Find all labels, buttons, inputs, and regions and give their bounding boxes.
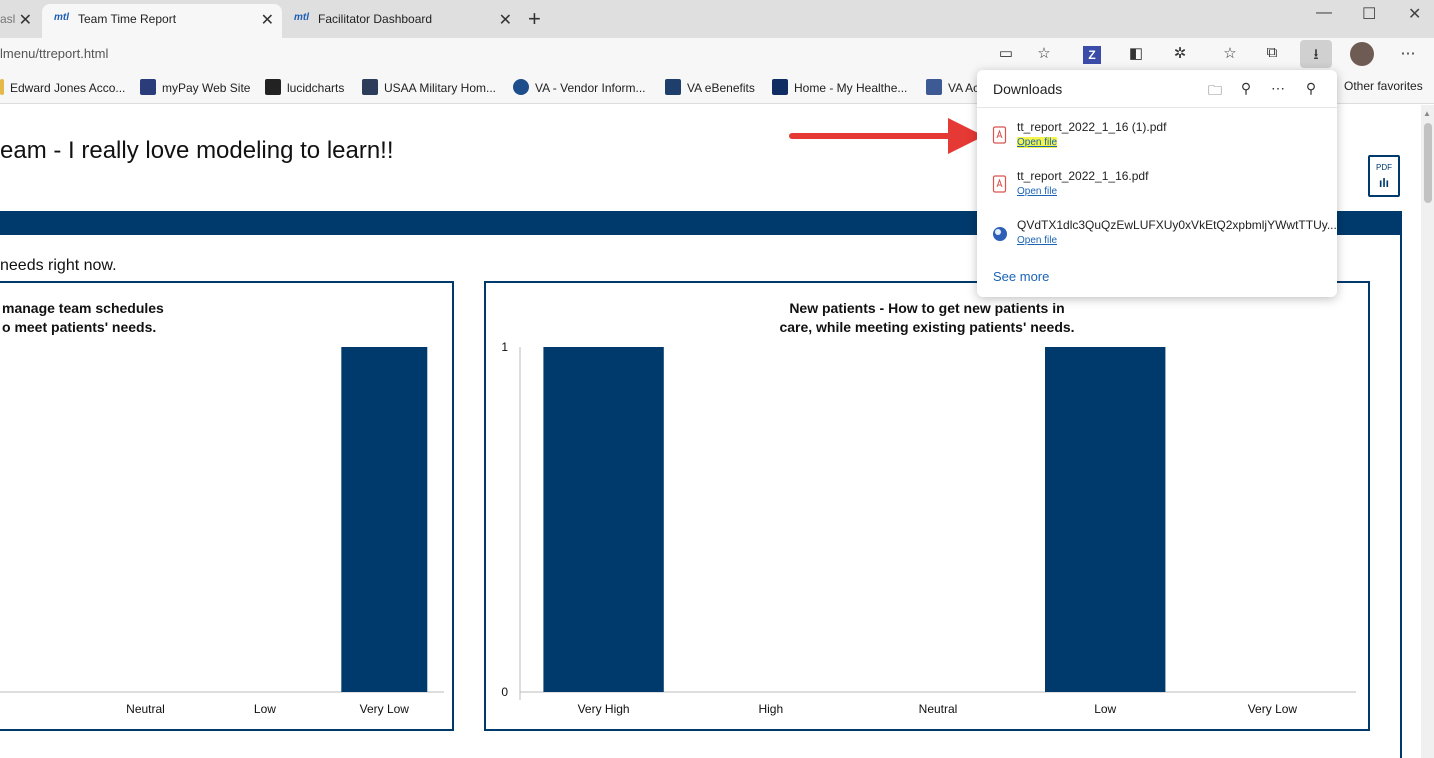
download-item[interactable]: tt_report_2022_1_16.pdf Open file bbox=[977, 167, 1337, 215]
search-icon[interactable]: ⚲ bbox=[1236, 80, 1256, 97]
x-tick-label: Neutral bbox=[126, 702, 165, 716]
open-file-link[interactable]: Open file bbox=[1017, 235, 1057, 246]
minimize-icon[interactable]: — bbox=[1316, 4, 1332, 22]
bookmark-label: myPay Web Site bbox=[162, 81, 251, 95]
pin-icon[interactable]: ⚲ bbox=[1301, 80, 1321, 97]
page-scrollbar[interactable]: ▲ bbox=[1421, 105, 1434, 758]
chart-new-patients: New patients - How to get new patients i… bbox=[484, 281, 1370, 731]
bookmark-label: lucidcharts bbox=[287, 81, 345, 95]
bookmark-label: VA eBenefits bbox=[687, 81, 755, 95]
tab-label: Facilitator Dashboard bbox=[318, 12, 433, 26]
tab-label: Team Time Report bbox=[78, 12, 177, 26]
more-menu-icon[interactable]: ⋯ bbox=[1396, 44, 1420, 64]
chart-schedules: manage team schedules o meet patients' n… bbox=[0, 281, 454, 731]
bar bbox=[1045, 347, 1166, 692]
close-icon[interactable]: ✕ bbox=[19, 10, 32, 30]
blocked-popup-icon[interactable]: ▭ bbox=[994, 44, 1018, 64]
favorites-icon[interactable]: ☆ bbox=[1218, 44, 1242, 64]
tab-partial[interactable]: asl ✕ bbox=[0, 4, 40, 38]
download-filename: QVdTX1dlc3QuQzEwLUFXUy0xVkEtQ2xpbmljYWwt… bbox=[1017, 218, 1337, 232]
x-tick-label: Very Low bbox=[1248, 702, 1298, 716]
mtl-icon: mtl bbox=[294, 12, 309, 23]
download-item[interactable]: QVdTX1dlc3QuQzEwLUFXUy0xVkEtQ2xpbmljYWwt… bbox=[977, 216, 1337, 264]
other-favorites[interactable]: Other favorites bbox=[1344, 79, 1423, 93]
bookmark-usaa[interactable]: USAA Military Hom... bbox=[362, 79, 496, 95]
web-file-icon bbox=[993, 227, 1007, 241]
bookmark-label: VA Ac bbox=[948, 81, 980, 95]
add-favorite-icon[interactable]: ☆ bbox=[1032, 44, 1056, 64]
x-tick-label: Very Low bbox=[360, 702, 410, 716]
bookmark-label: Home - My Healthe... bbox=[794, 81, 908, 95]
downloads-title: Downloads bbox=[993, 81, 1063, 97]
bar bbox=[543, 347, 664, 692]
bookmark-label: Edward Jones Acco... bbox=[10, 81, 126, 95]
x-tick-label: Low bbox=[1094, 702, 1116, 716]
page-title: eam - I really love modeling to learn!! bbox=[0, 137, 394, 164]
close-icon[interactable]: ✕ bbox=[499, 10, 512, 30]
new-tab-icon[interactable]: + bbox=[528, 6, 541, 32]
collections-icon[interactable]: ⧉ bbox=[1260, 44, 1284, 64]
bookmark-label: USAA Military Hom... bbox=[384, 81, 497, 95]
office-icon[interactable]: ◧ bbox=[1124, 44, 1148, 64]
va-home-icon bbox=[772, 79, 788, 95]
scroll-up-icon[interactable]: ▲ bbox=[1423, 109, 1431, 118]
bookmark-va-ac[interactable]: VA Ac bbox=[926, 79, 979, 95]
pdf-export-icon[interactable]: PDF ılı bbox=[1368, 155, 1400, 197]
mtl-icon: mtl bbox=[54, 12, 69, 23]
edward-jones-icon bbox=[0, 79, 4, 95]
downloads-panel: Downloads 🗀 ⚲ ⋯ ⚲ tt_report_2022_1_16 (1… bbox=[977, 70, 1337, 297]
bookmark-va-ebenefits[interactable]: VA eBenefits bbox=[665, 79, 755, 95]
download-filename: tt_report_2022_1_16 (1).pdf bbox=[1017, 120, 1167, 134]
y-tick-label: 1 bbox=[501, 340, 508, 354]
divider bbox=[977, 107, 1337, 108]
pdf-label: PDF bbox=[1376, 163, 1392, 172]
bookmark-mypay[interactable]: myPay Web Site bbox=[140, 79, 250, 95]
bookmark-my-healthevet[interactable]: Home - My Healthe... bbox=[772, 79, 907, 95]
bar bbox=[341, 347, 428, 692]
zotero-icon[interactable]: Z bbox=[1083, 46, 1101, 64]
x-tick-label: Low bbox=[254, 702, 276, 716]
close-icon[interactable]: ✕ bbox=[261, 10, 274, 30]
open-folder-icon[interactable]: 🗀 bbox=[1205, 80, 1225, 104]
tab-bar: asl ✕ mtl Team Time Report ✕ mtl Facilit… bbox=[0, 0, 1434, 38]
mypay-icon bbox=[140, 79, 156, 95]
bookmark-edward-jones[interactable]: Edward Jones Acco... bbox=[0, 79, 125, 95]
download-filename: tt_report_2022_1_16.pdf bbox=[1017, 169, 1149, 183]
usaa-icon bbox=[362, 79, 378, 95]
y-tick-label: 0 bbox=[501, 685, 508, 699]
maximize-icon[interactable]: ☐ bbox=[1362, 4, 1376, 24]
bookmark-va-vendor[interactable]: VA - Vendor Inform... bbox=[513, 79, 646, 95]
url-field[interactable]: lmenu/ttreport.html bbox=[0, 46, 108, 61]
pdf-file-icon bbox=[992, 126, 1007, 144]
chart-new-patients-svg: 0 1 Very High High Neutral Low Very Low bbox=[501, 340, 1356, 716]
more-options-icon[interactable]: ⋯ bbox=[1268, 80, 1288, 97]
tab-label: asl bbox=[0, 12, 16, 26]
tab-team-time-report[interactable]: mtl Team Time Report ✕ bbox=[42, 4, 282, 38]
scroll-thumb[interactable] bbox=[1424, 123, 1432, 203]
window-close-icon[interactable]: ✕ bbox=[1408, 4, 1421, 24]
chart-schedules-svg: Neutral Low Very Low bbox=[0, 347, 444, 716]
chart-bars-icon: ılı bbox=[1378, 176, 1389, 190]
extensions-icon[interactable]: ✲ bbox=[1168, 44, 1192, 64]
address-bar: lmenu/ttreport.html ▭ ☆ Z ◧ ✲ ☆ ⧉ ⭳ ⋯ bbox=[0, 38, 1434, 70]
open-file-link[interactable]: Open file bbox=[1017, 186, 1057, 197]
va-vendor-icon bbox=[513, 79, 529, 95]
tab-facilitator-dashboard[interactable]: mtl Facilitator Dashboard ✕ bbox=[282, 4, 520, 38]
x-tick-label: High bbox=[758, 702, 783, 716]
section-text: needs right now. bbox=[0, 257, 117, 274]
x-tick-label: Very High bbox=[578, 702, 630, 716]
lock-icon bbox=[926, 79, 942, 95]
annotation-arrow bbox=[789, 118, 984, 154]
va-ebenefits-icon bbox=[665, 79, 681, 95]
bookmark-lucidcharts[interactable]: lucidcharts bbox=[265, 79, 344, 95]
downloads-icon[interactable]: ⭳ bbox=[1300, 40, 1332, 68]
x-tick-label: Neutral bbox=[919, 702, 958, 716]
lucidcharts-icon bbox=[265, 79, 281, 95]
see-more-link[interactable]: See more bbox=[993, 269, 1049, 284]
pdf-file-icon bbox=[992, 175, 1007, 193]
download-item[interactable]: tt_report_2022_1_16 (1).pdf Open file bbox=[977, 118, 1337, 166]
avatar[interactable] bbox=[1350, 42, 1374, 66]
bookmark-label: VA - Vendor Inform... bbox=[535, 81, 646, 95]
open-file-link[interactable]: Open file bbox=[1017, 137, 1058, 148]
